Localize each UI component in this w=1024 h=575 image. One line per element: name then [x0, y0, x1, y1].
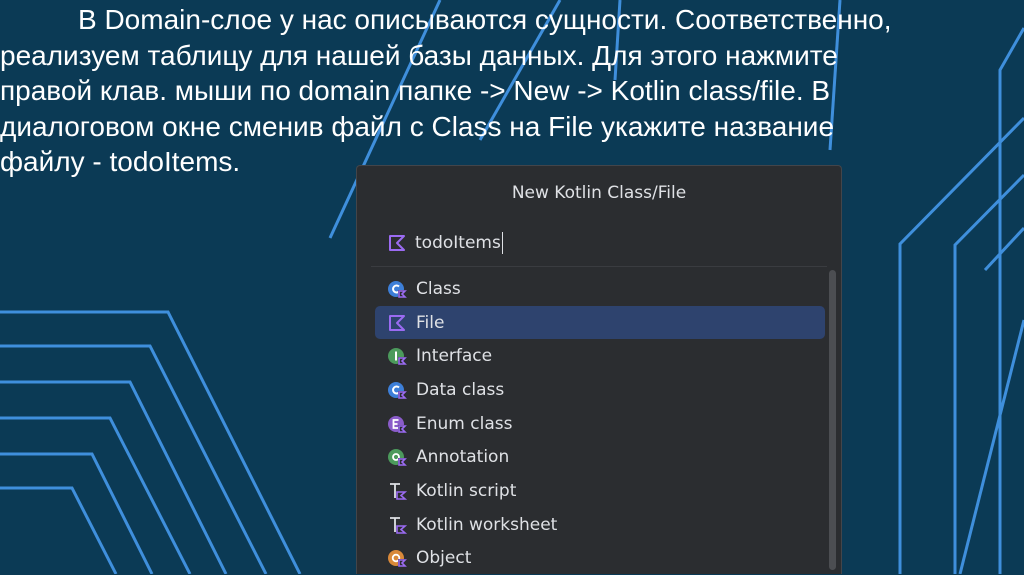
list-item-class[interactable]: Class — [375, 272, 825, 306]
list-item-enum-class[interactable]: Enum class — [375, 407, 825, 441]
kotlin-file-icon — [387, 233, 407, 253]
list-item-file[interactable]: File — [375, 306, 825, 340]
name-input-value: todoItems — [415, 233, 501, 253]
slide-text-line: правой клав. мыши по domain папке -> New… — [0, 73, 1022, 109]
list-item-label: Enum class — [416, 414, 512, 434]
slide-text-line: реализуем таблицу для нашей базы данных.… — [0, 38, 1022, 74]
list-item-label: Interface — [416, 346, 492, 366]
annotation-icon — [387, 447, 407, 467]
object-icon — [387, 548, 407, 568]
slide-instruction-text: В Domain-слое у нас описываются сущности… — [0, 2, 1022, 180]
list-item-label: Kotlin script — [416, 481, 516, 501]
kotlin-worksheet-icon — [387, 515, 407, 535]
data-class-icon — [387, 380, 407, 400]
list-item-object[interactable]: Object — [375, 542, 825, 575]
list-item-data-class[interactable]: Data class — [375, 373, 825, 407]
list-item-label: Data class — [416, 380, 504, 400]
dialog-title: New Kotlin Class/File — [357, 183, 841, 203]
kind-list[interactable]: Class File Interface Data cla — [375, 272, 825, 575]
list-item-label: File — [416, 313, 444, 333]
list-item-label: Kotlin worksheet — [416, 515, 557, 535]
slide-text-line: В Domain-слое у нас описываются сущности… — [0, 2, 1022, 38]
list-item-label: Class — [416, 279, 461, 299]
enum-class-icon — [387, 414, 407, 434]
text-caret — [502, 232, 503, 254]
name-input[interactable]: todoItems — [415, 232, 503, 254]
list-item-annotation[interactable]: Annotation — [375, 440, 825, 474]
list-item-kotlin-script[interactable]: Kotlin script — [375, 474, 825, 508]
kotlin-file-icon — [387, 313, 407, 333]
slide-text-line: диалоговом окне сменив файл с Class на F… — [0, 109, 1022, 145]
list-scrollbar[interactable] — [829, 270, 836, 570]
list-item-kotlin-worksheet[interactable]: Kotlin worksheet — [375, 508, 825, 542]
list-item-label: Object — [416, 548, 471, 568]
divider — [371, 266, 827, 267]
class-icon — [387, 279, 407, 299]
name-field-row[interactable]: todoItems — [387, 228, 503, 258]
interface-icon — [387, 346, 407, 366]
new-kotlin-class-dialog: New Kotlin Class/File todoItems Class Fi… — [356, 165, 842, 574]
list-item-interface[interactable]: Interface — [375, 339, 825, 373]
kotlin-script-icon — [387, 481, 407, 501]
list-item-label: Annotation — [416, 447, 509, 467]
